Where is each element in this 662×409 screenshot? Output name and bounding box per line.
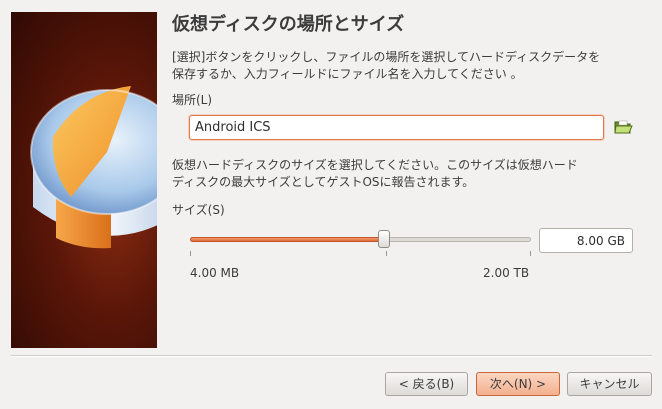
size-input[interactable] — [539, 228, 633, 253]
next-button[interactable]: 次へ(N) > — [476, 372, 560, 396]
separator — [11, 355, 652, 357]
wizard-side-image — [11, 12, 157, 348]
choose-location-button[interactable] — [613, 117, 633, 137]
cancel-button[interactable]: キャンセル — [567, 372, 652, 396]
folder-open-icon — [614, 120, 633, 134]
slider-tick — [530, 251, 531, 256]
location-description: [選択]ボタンをクリックし、ファイルの場所を選択してハードディスクデータを 保存… — [172, 49, 600, 83]
location-description-line: 保存するか、入力フィールドにファイル名を入力してください 。 — [172, 67, 523, 81]
hard-disk-image — [30, 86, 157, 249]
slider-thumb[interactable] — [378, 230, 391, 248]
size-label: サイズ(S) — [172, 203, 225, 217]
slider-tick — [190, 251, 191, 256]
size-description-line: 仮想ハードディスクのサイズを選択してください。このサイズは仮想ハード — [172, 158, 578, 172]
page-title: 仮想ディスクの場所とサイズ — [172, 14, 405, 35]
size-description: 仮想ハードディスクのサイズを選択してください。このサイズは仮想ハード ディスクの… — [172, 157, 578, 191]
location-description-line: [選択]ボタンをクリックし、ファイルの場所を選択してハードディスクデータを — [172, 50, 601, 64]
slider-tick — [386, 251, 387, 256]
location-label: 場所(L) — [172, 93, 213, 107]
slider-min-label: 4.00 MB — [190, 266, 240, 280]
size-description-line: ディスクの最大サイズとしてゲストOSに報告されます。 — [172, 175, 475, 189]
slider-fill — [190, 237, 385, 242]
slider-max-label: 2.00 TB — [483, 266, 530, 280]
location-input[interactable] — [189, 115, 604, 140]
back-button[interactable]: < 戻る(B) — [385, 372, 468, 396]
size-slider[interactable] — [190, 230, 531, 248]
